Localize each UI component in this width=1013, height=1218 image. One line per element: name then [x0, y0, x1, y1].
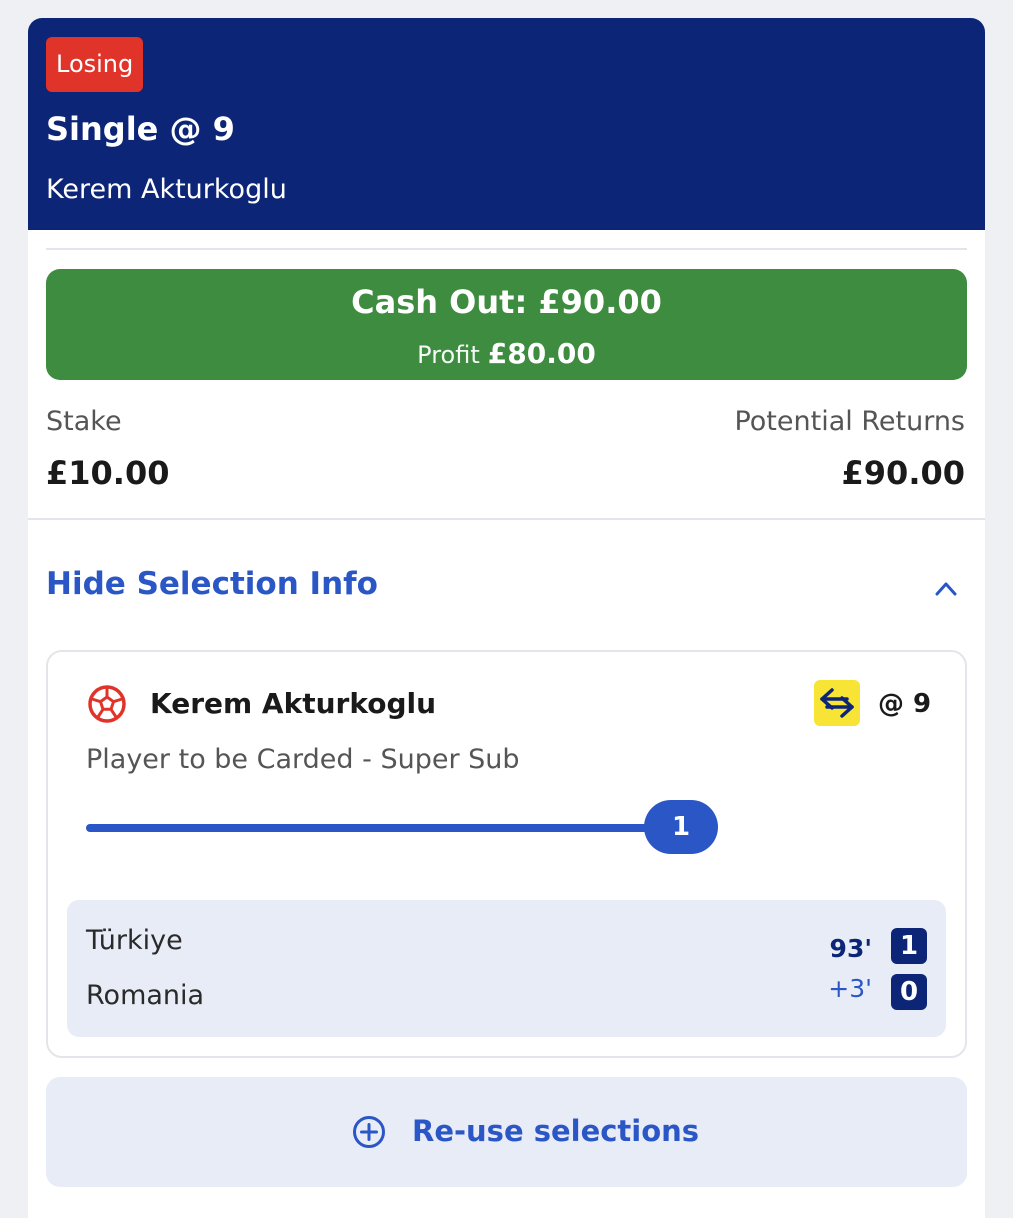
- away-score: 0: [891, 974, 927, 1010]
- bet-header: Losing Single @ 9 Kerem Akturkoglu: [28, 18, 985, 230]
- selection-card: Kerem Akturkoglu @ 9 Player to be Carded…: [46, 650, 967, 1058]
- chevron-up-icon: [935, 582, 957, 596]
- reuse-selections-button[interactable]: Re-use selections: [46, 1077, 967, 1187]
- bet-title: Single @ 9: [46, 110, 235, 148]
- progress-indicator: 1: [644, 800, 718, 854]
- selection-odds: @ 9: [878, 689, 932, 719]
- home-score: 1: [891, 928, 927, 964]
- divider: [46, 248, 967, 250]
- status-badge: Losing: [46, 37, 144, 92]
- reuse-selections-label: Re-use selections: [412, 1114, 700, 1148]
- swap-icon[interactable]: [814, 680, 860, 726]
- divider: [28, 518, 985, 520]
- football-icon: [88, 685, 126, 723]
- potential-returns-label: Potential Returns: [734, 406, 965, 437]
- progress-track: [86, 824, 686, 832]
- added-time: +3': [828, 974, 872, 1003]
- cash-out-label: Cash Out: £90.00: [351, 283, 662, 321]
- selection-market: Player to be Carded - Super Sub: [86, 744, 520, 775]
- hide-selection-info-label: Hide Selection Info: [46, 566, 378, 602]
- cash-out-button[interactable]: Cash Out: £90.00 Profit £80.00: [46, 269, 967, 380]
- scoreboard: Türkiye Romania 93' +3' 1 0: [67, 900, 946, 1037]
- cash-out-profit: Profit £80.00: [46, 337, 967, 370]
- profit-label: Profit: [417, 341, 480, 369]
- bet-selection-name: Kerem Akturkoglu: [46, 174, 287, 205]
- hide-selection-info-toggle[interactable]: Hide Selection Info: [28, 548, 985, 628]
- match-clock: 93': [829, 934, 872, 963]
- stake-value: £10.00: [46, 454, 170, 492]
- home-team: Türkiye: [86, 925, 183, 956]
- potential-returns-value: £90.00: [841, 454, 965, 492]
- plus-circle-icon: [353, 1116, 385, 1148]
- profit-value: £80.00: [487, 337, 596, 370]
- stake-label: Stake: [46, 406, 122, 437]
- away-team: Romania: [86, 980, 205, 1011]
- bet-card: Losing Single @ 9 Kerem Akturkoglu Cash …: [28, 18, 985, 1218]
- selection-player-name: Kerem Akturkoglu: [150, 687, 437, 720]
